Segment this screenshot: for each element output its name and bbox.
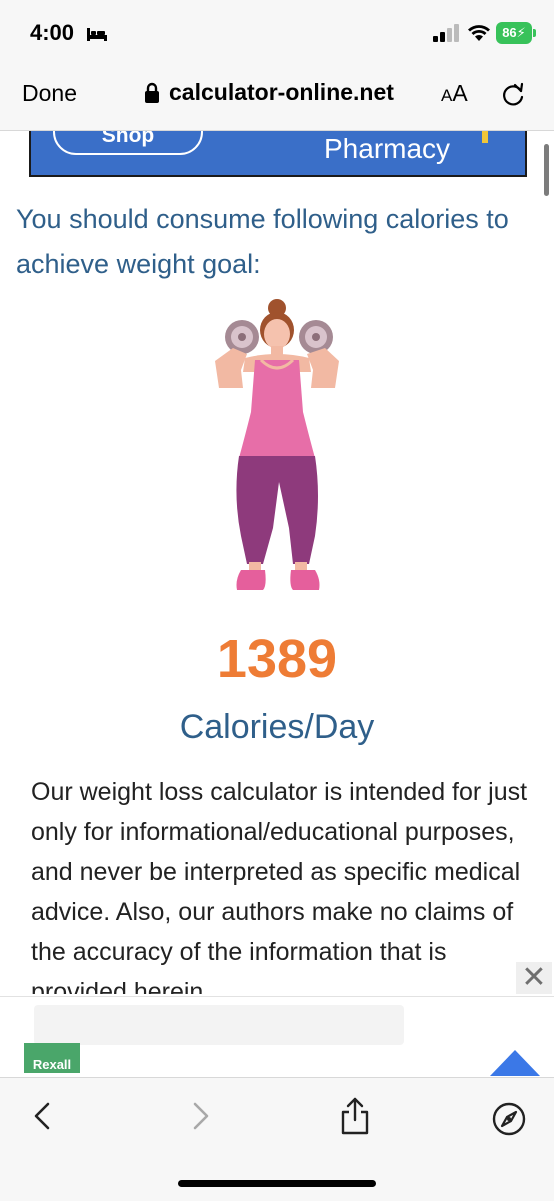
text-size-button[interactable]: AA [441,80,468,107]
home-indicator[interactable] [178,1180,376,1187]
back-icon[interactable] [30,1100,54,1132]
calorie-result-value: 1389 [216,629,338,689]
bed-icon [87,28,107,41]
text-size-large-label: A [452,80,468,106]
calorie-unit-label: Calories/Day [179,708,375,746]
done-button[interactable]: Done [22,80,77,107]
status-bar: 4:00 86⚡ [0,0,554,66]
text-size-small-label: A [441,86,453,105]
ad-close-button[interactable]: ✕ [516,962,552,994]
ad-chevron-up-icon [490,1050,540,1076]
wifi-icon [468,25,490,41]
browser-header: Done calculator-online.net AA [0,66,554,131]
result-heading: You should consume following calories to… [16,204,509,279]
reload-icon[interactable] [500,82,526,108]
signal-icon [433,24,459,42]
url-address[interactable]: calculator-online.net [169,79,394,106]
ad-brand-text: Pharmacy [324,133,451,164]
ad-shop-button[interactable]: Shop [53,131,203,155]
top-ad-banner[interactable]: Shop Pharmacy [29,131,527,177]
disclaimer-text: Our weight loss calculator is intended f… [31,778,528,994]
battery-icon: 86⚡ [496,22,536,44]
share-icon[interactable] [339,1096,371,1136]
battery-level: 86 [502,25,517,40]
rexall-logo: Rexall [24,1043,80,1073]
ad-content-placeholder [34,1005,404,1045]
compass-icon[interactable] [492,1102,526,1136]
forward-icon[interactable] [189,1100,213,1132]
ad-accent [482,131,488,143]
lock-icon [145,82,159,103]
scrollbar-thumb[interactable] [544,144,549,196]
woman-dumbbell-illustration [215,299,339,590]
bottom-ad-banner[interactable]: Rexall [0,996,554,1077]
status-time: 4:00 [30,20,75,45]
